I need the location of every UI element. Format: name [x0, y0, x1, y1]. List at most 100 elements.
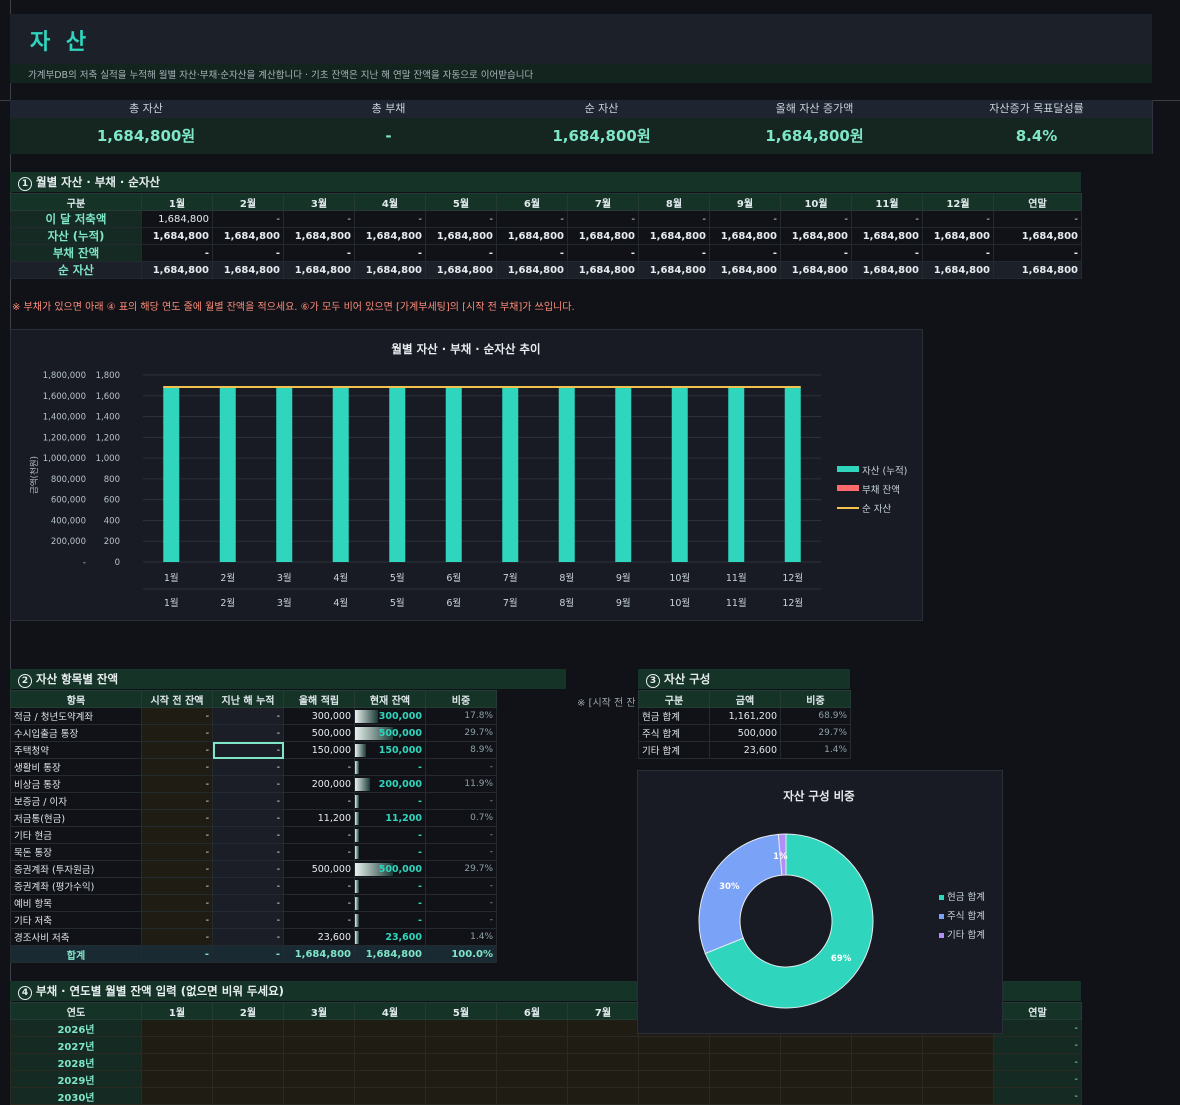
prev-year-cell[interactable]: -	[212, 843, 284, 861]
debt-input-cell[interactable]	[496, 1019, 568, 1037]
debt-input-cell[interactable]	[780, 1036, 852, 1054]
debt-input-cell[interactable]	[141, 1036, 213, 1054]
debt-input-cell[interactable]	[922, 1070, 994, 1088]
table-cell[interactable]: -	[567, 210, 639, 228]
start-balance-cell[interactable]: -	[141, 758, 213, 776]
debt-input-cell[interactable]	[212, 1070, 284, 1088]
debt-input-cell[interactable]	[567, 1053, 639, 1071]
start-balance-cell[interactable]: -	[141, 911, 213, 929]
table-cell[interactable]: 1,684,800	[283, 261, 355, 279]
debt-input-cell[interactable]	[354, 1070, 426, 1088]
debt-input-cell[interactable]	[709, 1053, 781, 1071]
start-balance-cell[interactable]: -	[141, 928, 213, 946]
debt-input-cell[interactable]	[496, 1070, 568, 1088]
table-cell[interactable]: -	[283, 210, 355, 228]
table-cell[interactable]: 1,684,800	[425, 227, 497, 245]
debt-input-cell[interactable]	[567, 1036, 639, 1054]
table-cell[interactable]: -	[922, 244, 994, 262]
debt-input-cell[interactable]	[354, 1036, 426, 1054]
debt-input-cell[interactable]	[709, 1070, 781, 1088]
start-balance-cell[interactable]: -	[141, 724, 213, 742]
debt-input-cell[interactable]	[283, 1019, 355, 1037]
table-cell[interactable]: 1,684,800	[638, 227, 710, 245]
debt-input-cell[interactable]	[709, 1036, 781, 1054]
start-balance-cell[interactable]: -	[141, 775, 213, 793]
table-cell[interactable]: 1,684,800	[283, 227, 355, 245]
table-cell[interactable]: -	[993, 210, 1082, 228]
prev-year-cell[interactable]: -	[212, 911, 284, 929]
start-balance-cell[interactable]: -	[141, 741, 213, 759]
debt-input-cell[interactable]	[567, 1070, 639, 1088]
table-cell[interactable]: -	[496, 244, 568, 262]
prev-year-cell[interactable]: -	[212, 877, 284, 895]
table-cell[interactable]: -	[780, 210, 852, 228]
debt-input-cell[interactable]	[354, 1087, 426, 1105]
prev-year-cell[interactable]: -	[212, 724, 284, 742]
prev-year-cell[interactable]: -	[212, 826, 284, 844]
table-cell[interactable]: 1,684,800	[922, 227, 994, 245]
debt-input-cell[interactable]	[922, 1053, 994, 1071]
debt-input-cell[interactable]	[638, 1053, 710, 1071]
debt-input-cell[interactable]	[851, 1053, 923, 1071]
table-cell[interactable]: 1,684,800	[425, 261, 497, 279]
table-cell[interactable]: -	[354, 244, 426, 262]
table-cell[interactable]: 1,684,800	[851, 261, 923, 279]
start-balance-cell[interactable]: -	[141, 707, 213, 725]
table-cell[interactable]: -	[567, 244, 639, 262]
debt-input-cell[interactable]	[851, 1070, 923, 1088]
table-cell[interactable]: 1,684,800	[496, 261, 568, 279]
table-cell[interactable]: -	[496, 210, 568, 228]
debt-input-cell[interactable]	[283, 1036, 355, 1054]
table-cell[interactable]: -	[141, 244, 213, 262]
table-cell[interactable]: 1,684,800	[993, 227, 1082, 245]
table-cell[interactable]: -	[709, 210, 781, 228]
table-cell[interactable]: 1,684,800	[922, 261, 994, 279]
debt-input-cell[interactable]	[425, 1070, 497, 1088]
debt-input-cell[interactable]	[212, 1019, 284, 1037]
table-cell[interactable]: -	[922, 210, 994, 228]
table-cell[interactable]: 1,684,800	[567, 261, 639, 279]
start-balance-cell[interactable]: -	[141, 894, 213, 912]
table-cell[interactable]: 1,684,800	[567, 227, 639, 245]
debt-input-cell[interactable]	[283, 1053, 355, 1071]
debt-input-cell[interactable]	[567, 1019, 639, 1037]
table-cell[interactable]: 1,684,800	[354, 261, 426, 279]
debt-input-cell[interactable]	[141, 1070, 213, 1088]
table-cell[interactable]: -	[283, 244, 355, 262]
table-cell[interactable]: -	[851, 244, 923, 262]
start-balance-cell[interactable]: -	[141, 826, 213, 844]
table-cell[interactable]: -	[780, 244, 852, 262]
debt-input-cell[interactable]	[496, 1087, 568, 1105]
debt-input-cell[interactable]	[283, 1087, 355, 1105]
table-cell[interactable]: 1,684,800	[780, 227, 852, 245]
table-cell[interactable]: -	[425, 244, 497, 262]
table-cell[interactable]: 1,684,800	[851, 227, 923, 245]
table-cell[interactable]: -	[993, 244, 1082, 262]
debt-input-cell[interactable]	[496, 1036, 568, 1054]
table-cell[interactable]: -	[212, 210, 284, 228]
debt-input-cell[interactable]	[425, 1053, 497, 1071]
debt-input-cell[interactable]	[212, 1087, 284, 1105]
debt-input-cell[interactable]	[425, 1019, 497, 1037]
debt-input-cell[interactable]	[212, 1036, 284, 1054]
debt-input-cell[interactable]	[780, 1087, 852, 1105]
table-cell[interactable]: 1,684,800	[638, 261, 710, 279]
start-balance-cell[interactable]: -	[141, 860, 213, 878]
debt-input-cell[interactable]	[638, 1087, 710, 1105]
debt-input-cell[interactable]	[425, 1087, 497, 1105]
prev-year-cell[interactable]: -	[212, 707, 284, 725]
prev-year-cell[interactable]: -	[212, 775, 284, 793]
debt-input-cell[interactable]	[638, 1070, 710, 1088]
debt-input-cell[interactable]	[709, 1087, 781, 1105]
debt-input-cell[interactable]	[922, 1036, 994, 1054]
debt-input-cell[interactable]	[425, 1036, 497, 1054]
prev-year-cell[interactable]: -	[212, 928, 284, 946]
debt-input-cell[interactable]	[354, 1019, 426, 1037]
debt-input-cell[interactable]	[851, 1087, 923, 1105]
table-cell[interactable]: 1,684,800	[141, 210, 213, 228]
debt-input-cell[interactable]	[141, 1053, 213, 1071]
debt-input-cell[interactable]	[780, 1053, 852, 1071]
table-cell[interactable]: 1,684,800	[141, 261, 213, 279]
start-balance-cell[interactable]: -	[141, 877, 213, 895]
table-cell[interactable]: -	[709, 244, 781, 262]
